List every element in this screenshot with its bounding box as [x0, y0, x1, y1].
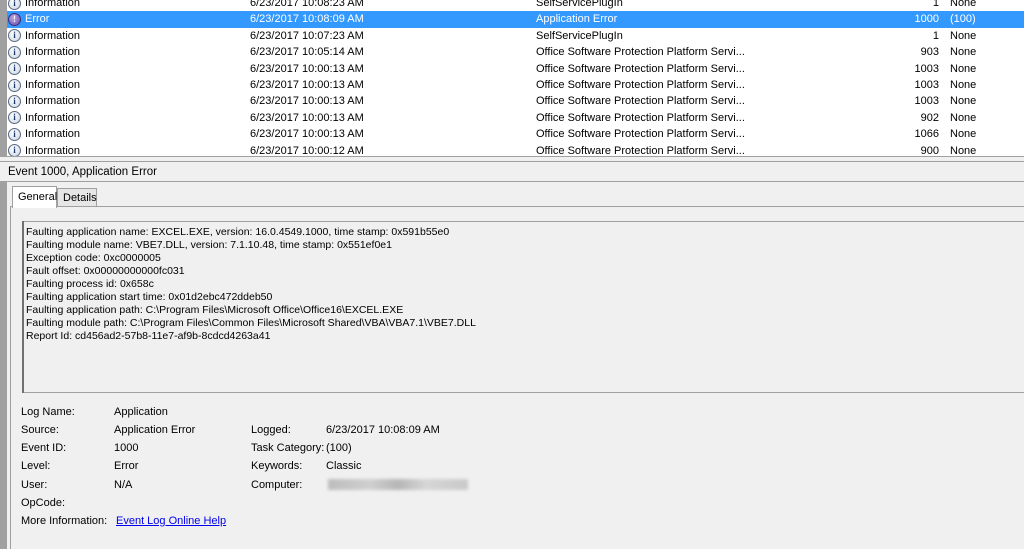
user-label: User:	[21, 479, 48, 491]
source-label: Source:	[21, 424, 59, 436]
event-id: 1000	[914, 13, 939, 26]
event-level: Information	[25, 128, 81, 141]
event-date: 6/23/2017 10:00:13 AM	[250, 111, 364, 124]
event-task-category: None	[950, 29, 977, 42]
source-value: Application Error	[114, 424, 196, 436]
event-level: Information	[25, 0, 81, 9]
event-id: 1	[932, 29, 939, 42]
event-date: 6/23/2017 10:00:13 AM	[250, 79, 364, 91]
event-row[interactable]: i Information 6/23/2017 10:00:13 AM Office …	[7, 110, 1024, 126]
event-level: Information	[25, 46, 81, 59]
event-task-category: None	[950, 95, 977, 108]
event-date: 6/23/2017 10:00:13 AM	[250, 95, 364, 108]
event-id-label: Event ID:	[21, 442, 67, 454]
tab-details[interactable]: Details	[57, 188, 97, 207]
log-name-value: Application	[114, 406, 168, 418]
event-id: 1003	[914, 62, 939, 75]
event-id: 1	[932, 0, 939, 9]
event-task-category: None	[950, 79, 977, 91]
event-task-category: None	[950, 46, 977, 59]
info-icon: i	[8, 0, 21, 10]
event-task-category: None	[950, 144, 977, 157]
info-icon: i	[8, 78, 21, 92]
info-icon: i	[8, 127, 21, 141]
event-detail-pane: General Details Faulting application nam…	[0, 182, 1024, 549]
event-source: Office Software Protection Platform Serv…	[536, 144, 745, 157]
event-level: Information	[25, 62, 81, 75]
info-icon: i	[8, 29, 21, 43]
event-row[interactable]: i Information 6/23/2017 10:00:12 AM Office …	[7, 143, 1024, 157]
event-date: 6/23/2017 10:00:12 AM	[250, 144, 364, 157]
task-category-value: (100)	[326, 442, 352, 454]
keywords-value: Classic	[326, 460, 362, 472]
tab-general[interactable]: General	[12, 186, 57, 208]
event-level: Information	[25, 95, 81, 108]
event-detail-header: Event 1000, Application Error	[0, 162, 1024, 182]
event-id: 1003	[914, 79, 939, 91]
event-task-category: (100)	[950, 13, 976, 26]
event-source: Office Software Protection Platform Serv…	[536, 79, 745, 91]
event-row[interactable]: i Information 6/23/2017 10:00:13 AM Office …	[7, 77, 1024, 93]
opcode-label: OpCode:	[21, 497, 66, 509]
info-icon: i	[8, 111, 21, 125]
event-task-category: None	[950, 111, 977, 124]
event-source: SelfServicePlugIn	[536, 29, 623, 42]
event-source: Office Software Protection Platform Serv…	[536, 46, 745, 59]
event-date: 6/23/2017 10:00:13 AM	[250, 128, 364, 141]
event-id: 900	[920, 144, 939, 157]
event-source: Office Software Protection Platform Serv…	[536, 62, 745, 75]
log-name-label: Log Name:	[21, 406, 75, 418]
event-date: 6/23/2017 10:08:09 AM	[250, 13, 364, 26]
event-description[interactable]: Faulting application name: EXCEL.EXE, ve…	[22, 221, 1024, 393]
event-source: Application Error	[536, 13, 618, 26]
task-category-label: Task Category:	[251, 442, 325, 454]
error-icon: !	[8, 12, 21, 26]
level-value: Error	[114, 460, 139, 472]
event-date: 6/23/2017 10:05:14 AM	[250, 46, 364, 59]
computer-label: Computer:	[251, 479, 303, 491]
computer-value-redacted	[328, 479, 468, 490]
event-date: 6/23/2017 10:08:23 AM	[250, 0, 364, 9]
logged-label: Logged:	[251, 424, 291, 436]
event-id: 1066	[914, 128, 939, 141]
info-icon: i	[8, 45, 21, 59]
event-row[interactable]: i Information 6/23/2017 10:00:13 AM Office …	[7, 93, 1024, 109]
event-date: 6/23/2017 10:07:23 AM	[250, 29, 364, 42]
event-row[interactable]: ! Error 6/23/2017 10:08:09 AM Application E…	[7, 11, 1024, 28]
event-id-value: 1000	[114, 442, 139, 454]
event-level: Information	[25, 144, 81, 157]
event-source: Office Software Protection Platform Serv…	[536, 95, 745, 108]
event-date: 6/23/2017 10:00:13 AM	[250, 62, 364, 75]
event-task-category: None	[950, 128, 977, 141]
event-row[interactable]: i Information 6/23/2017 10:00:13 AM Office …	[7, 126, 1024, 142]
level-label: Level:	[21, 460, 51, 472]
event-source: Office Software Protection Platform Serv…	[536, 128, 745, 141]
event-task-category: None	[950, 0, 977, 9]
event-level: Information	[25, 111, 81, 124]
event-level: Information	[25, 29, 81, 42]
event-level: Information	[25, 79, 81, 91]
event-level: Error	[25, 13, 50, 26]
user-value: N/A	[114, 479, 133, 491]
event-log-online-help-link[interactable]: Event Log Online Help	[116, 515, 226, 527]
info-icon: i	[8, 94, 21, 108]
event-row[interactable]: i Information 6/23/2017 10:07:23 AM SelfSer…	[7, 28, 1024, 44]
info-icon: i	[8, 62, 21, 76]
event-row[interactable]: i Information 6/23/2017 10:00:13 AM Office …	[7, 61, 1024, 77]
event-source: Office Software Protection Platform Serv…	[536, 111, 745, 124]
event-source: SelfServicePlugIn	[536, 0, 623, 9]
event-row[interactable]: i Information 6/23/2017 10:05:14 AM Office …	[7, 44, 1024, 60]
more-info-label: More Information:	[21, 515, 108, 527]
keywords-label: Keywords:	[251, 460, 303, 472]
event-id: 1003	[914, 95, 939, 108]
event-row[interactable]: i Information 6/23/2017 10:08:23 AM SelfSer…	[7, 0, 1024, 11]
logged-value: 6/23/2017 10:08:09 AM	[326, 424, 440, 436]
event-id: 903	[920, 46, 939, 59]
event-id: 902	[920, 111, 939, 124]
event-task-category: None	[950, 62, 977, 75]
info-icon: i	[8, 144, 21, 156]
event-list[interactable]: i Information 6/23/2017 10:08:23 AM SelfSer…	[0, 0, 1024, 157]
